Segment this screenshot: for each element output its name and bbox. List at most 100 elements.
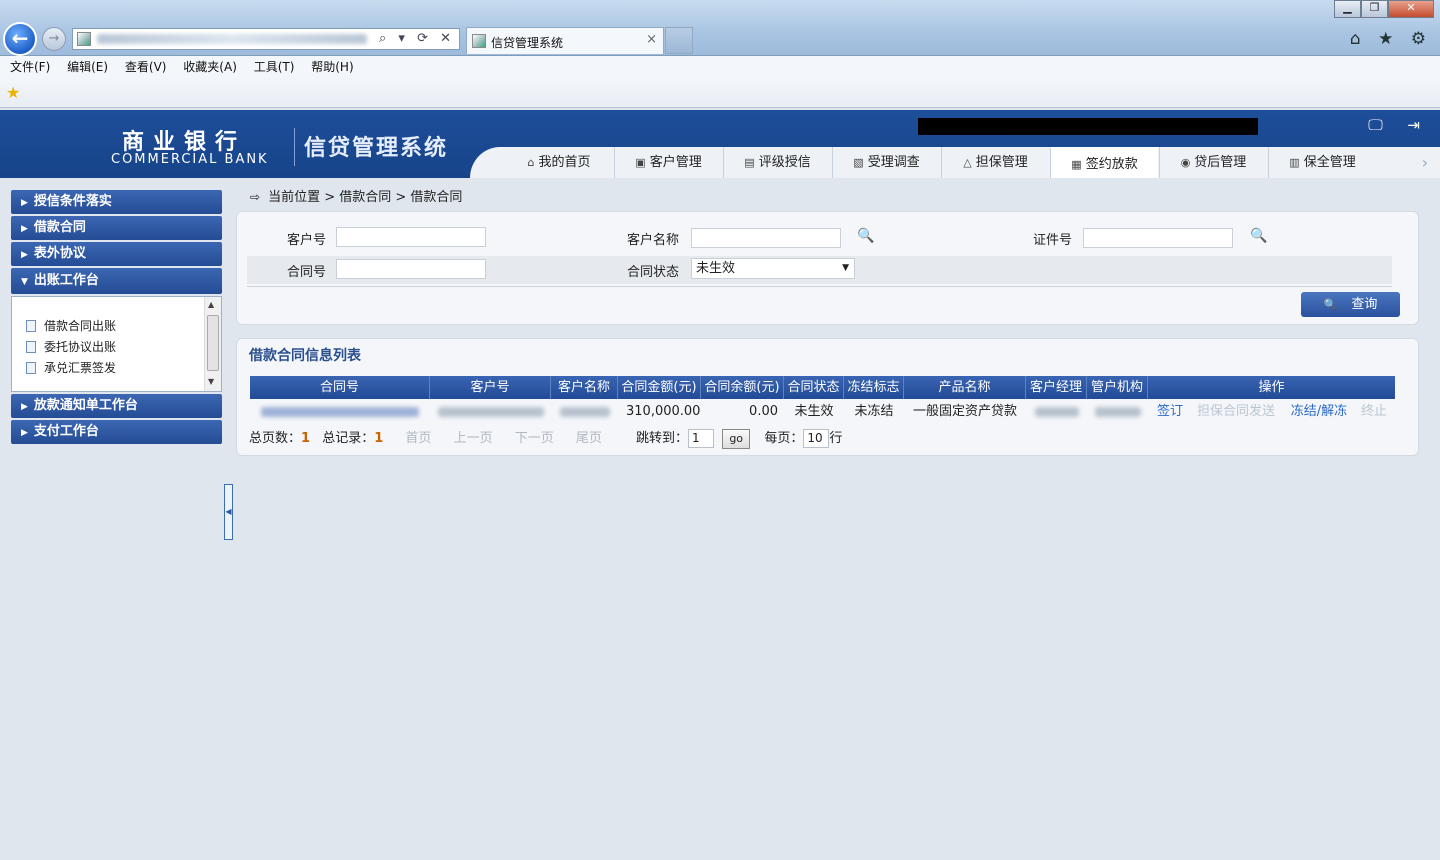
id-search-icon[interactable]: 🔍 — [1250, 228, 1267, 244]
sidebar-section-disbursement-desk[interactable]: ▼ 出账工作台 — [11, 268, 222, 294]
tab-close-icon[interactable]: × — [646, 32, 657, 47]
favorites-bar: ★ — [0, 78, 1440, 108]
jump-page-input[interactable]: 1 — [688, 429, 715, 448]
window-controls: ▁ ❐ ✕ — [1334, 0, 1434, 18]
tabs-scroll-right-icon[interactable]: › — [1410, 147, 1440, 178]
menu-bar: 文件(F) 编辑(E) 查看(V) 收藏夹(A) 工具(T) 帮助(H) — [0, 56, 1440, 78]
sidebar-section-credit-conditions[interactable]: ▶ 授信条件落实 — [11, 190, 222, 214]
minimize-button[interactable]: ▁ — [1334, 0, 1361, 18]
sidebar-section-loan-contract[interactable]: ▶ 借款合同 — [11, 216, 222, 240]
col-freeze-flag[interactable]: 冻结标志 — [844, 376, 904, 399]
col-account-manager[interactable]: 客户经理 — [1026, 376, 1087, 399]
browser-tab[interactable]: 信贷管理系统 × — [466, 27, 664, 54]
menu-file[interactable]: 文件(F) — [10, 56, 50, 78]
menu-view[interactable]: 查看(V) — [125, 56, 167, 78]
scroll-up-icon[interactable]: ▲ — [208, 300, 214, 309]
freeze-unfreeze-label: 冻结/解冻 — [1290, 404, 1348, 419]
col-product-name[interactable]: 产品名称 — [904, 376, 1026, 399]
cell-managing-branch — [1087, 402, 1148, 422]
tab-guarantee[interactable]: △ 担保管理 — [941, 147, 1049, 178]
menu-edit[interactable]: 编辑(E) — [67, 56, 108, 78]
table-header: 合同号 客户号 客户名称 合同金额(元) 合同余额(元) 合同状态 冻结标志 产… — [250, 376, 1395, 399]
section-label: 放款通知单工作台 — [33, 398, 138, 413]
monitor-logout-icons[interactable]: 🖵 ⇥ — [1368, 116, 1430, 134]
section-label: 支付工作台 — [33, 424, 99, 439]
menu-favorites[interactable]: 收藏夹(A) — [183, 56, 237, 78]
scrollbar-thumb[interactable] — [207, 315, 219, 371]
sidebar-section-off-balance[interactable]: ▶ 表外协议 — [11, 242, 222, 266]
new-tab-button[interactable] — [665, 27, 693, 54]
cell-contract-no[interactable] — [250, 402, 430, 422]
tab-preservation[interactable]: ▥ 保全管理 — [1268, 147, 1376, 178]
star-icon[interactable]: ★ — [6, 83, 20, 102]
next-page-link[interactable]: 下一页 — [515, 431, 554, 446]
rows-unit: 行 — [829, 431, 843, 446]
total-records-value: 1 — [374, 431, 384, 446]
tab-label: 我的首页 — [538, 155, 591, 170]
col-contract-no[interactable]: 合同号 — [250, 376, 430, 399]
last-page-link[interactable]: 尾页 — [576, 431, 602, 446]
tab-post-loan[interactable]: ◉ 贷后管理 — [1159, 147, 1267, 178]
customer-name-input[interactable] — [691, 228, 841, 248]
contract-status-select[interactable]: 未生效 ▼ — [691, 258, 855, 279]
per-page-input[interactable]: 10 — [803, 429, 830, 448]
customer-search-icon[interactable]: 🔍 — [857, 228, 874, 244]
col-customer-name[interactable]: 客户名称 — [551, 376, 618, 399]
col-contract-amount[interactable]: 合同金额(元) — [618, 376, 701, 399]
tab-rating[interactable]: ▤ 评级授信 — [723, 147, 831, 178]
tab-label: 贷后管理 — [1194, 155, 1247, 170]
col-contract-balance[interactable]: 合同余额(元) — [701, 376, 784, 399]
expand-arrow-icon: ▶ — [21, 250, 28, 260]
tab-home[interactable]: ⌂ 我的首页 — [505, 147, 613, 178]
contract-list-panel: 借款合同信息列表 合同号 客户号 客户名称 合同金额(元) 合同余额(元) 合同… — [236, 338, 1419, 456]
home-favorites-settings-icons[interactable]: ⌂ ★ ⚙ — [1350, 29, 1432, 49]
sidebar-section-loan-notice[interactable]: ▶ 放款通知单工作台 — [11, 394, 222, 418]
total-records-label: 总记录： — [322, 431, 375, 446]
go-button[interactable]: go — [722, 428, 751, 449]
sidebar-item-acceptance-bill[interactable]: 承兑汇票签发 — [26, 359, 116, 376]
scroll-down-icon[interactable]: ▼ — [208, 377, 214, 386]
menu-tools[interactable]: 工具(T) — [254, 56, 295, 78]
tab-customer[interactable]: ▣ 客户管理 — [614, 147, 722, 178]
cell-customer-no — [430, 402, 551, 422]
sidebar-item-loan-disbursement[interactable]: 借款合同出账 — [26, 317, 116, 334]
post-loan-icon: ◉ — [1180, 156, 1191, 169]
total-pages-label: 总页数： — [249, 431, 302, 446]
document-icon — [26, 362, 36, 374]
guarantee-icon: △ — [963, 156, 972, 169]
send-guarantee-label: 担保合同发送 — [1196, 404, 1275, 419]
maximize-button[interactable]: ❐ — [1361, 0, 1388, 18]
tab-signing-loan[interactable]: ▦ 签约放款 — [1050, 147, 1158, 178]
query-button[interactable]: 🔍 查询 — [1301, 292, 1400, 317]
sidebar-section-payment-desk[interactable]: ▶ 支付工作台 — [11, 420, 222, 444]
col-managing-branch[interactable]: 管户机构 — [1087, 376, 1148, 399]
forward-button[interactable]: → — [42, 27, 66, 51]
freeze-unfreeze-link[interactable]: 冻结/解冻 — [1289, 402, 1349, 422]
address-url-redacted — [97, 34, 367, 44]
submenu-scrollbar[interactable]: ▲ ▼ — [204, 297, 221, 391]
id-no-input[interactable] — [1083, 228, 1233, 248]
close-window-button[interactable]: ✕ — [1388, 0, 1434, 18]
sign-link[interactable]: 签订 — [1157, 402, 1183, 422]
col-customer-no[interactable]: 客户号 — [430, 376, 551, 399]
first-page-link[interactable]: 首页 — [405, 431, 431, 446]
tab-investigation[interactable]: ▧ 受理调查 — [832, 147, 940, 178]
back-button[interactable]: ← — [3, 22, 37, 56]
prev-page-link[interactable]: 上一页 — [454, 431, 493, 446]
browser-toolbar: ← → ⌕ ▾ ⟳ ✕ 信贷管理系统 × ▁ ❐ ✕ ⌂ ★ ⚙ — [0, 0, 1440, 56]
sidebar-item-entrusted-disbursement[interactable]: 委托协议出账 — [26, 338, 116, 355]
address-tools-icons[interactable]: ⌕ ▾ ⟳ ✕ — [379, 31, 455, 46]
contract-no-input[interactable] — [336, 259, 486, 279]
sidebar-collapse-handle[interactable]: ◀ — [224, 484, 233, 540]
address-bar[interactable]: ⌕ ▾ ⟳ ✕ — [72, 28, 460, 50]
expand-arrow-icon: ▶ — [21, 402, 28, 412]
per-page-label: 每页： — [764, 431, 804, 446]
home-icon: ⌂ — [527, 156, 535, 169]
customer-no-input[interactable] — [336, 227, 486, 247]
menu-help[interactable]: 帮助(H) — [311, 56, 353, 78]
section-label: 借款合同 — [33, 220, 86, 235]
col-contract-status[interactable]: 合同状态 — [784, 376, 844, 399]
item-label: 委托协议出账 — [44, 340, 117, 354]
search-icon: 🔍 — [1323, 298, 1338, 311]
customer-no-label: 客户号 — [287, 233, 327, 248]
